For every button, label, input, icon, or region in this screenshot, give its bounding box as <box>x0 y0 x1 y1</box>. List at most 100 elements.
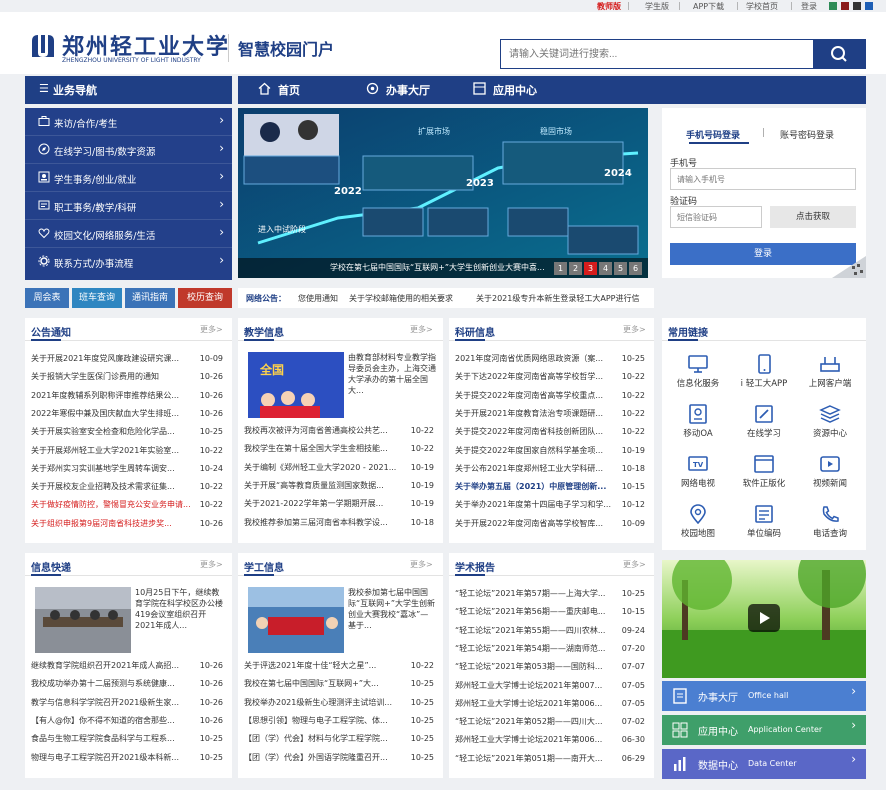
list-item[interactable]: 郑州轻工业大学博士论坛2021年第007... 07-05 <box>455 679 645 693</box>
news-feature-text[interactable]: 10月25日下午，继续教育学院在科学校区办公楼419会议室组织召开2021年成人… <box>135 587 225 653</box>
link-phone-query[interactable]: 电话查询 <box>800 504 860 540</box>
nav-app-center[interactable]: 应用中心 <box>493 82 537 98</box>
list-item[interactable]: 关于开展2021年度党风廉政建设研究课... 10-09 <box>31 352 223 366</box>
list-item[interactable]: 关于开展2022年度河南省高等学校智库... 10-09 <box>455 517 645 531</box>
more-link[interactable]: 更多> <box>410 324 433 335</box>
list-item[interactable]: 郑州轻工业大学博士论坛2021年第006... 07-05 <box>455 697 645 711</box>
calendar-query-button[interactable]: 校历查询 <box>178 288 232 308</box>
sidebar-item-student[interactable]: 学生事务/创业/就业 › <box>25 164 232 192</box>
app-center-button[interactable]: 应用中心 Application Center › <box>662 715 866 745</box>
theme-dark-swatch[interactable] <box>853 2 861 10</box>
list-item[interactable]: 郑州轻工业大学博士论坛2021年第006... 06-30 <box>455 733 645 747</box>
news-carousel[interactable]: 扩展市场 稳固市场 2022 2023 2024 进入中试阶段 学校在第七届中国… <box>238 108 648 278</box>
weekly-schedule-button[interactable]: 周会表 <box>25 288 69 308</box>
school-logo[interactable]: 郑州轻工业大学 ZHENGZHOU UNIVERSITY OF LIGHT IN… <box>28 28 238 68</box>
news-feature-image[interactable] <box>35 587 131 653</box>
carousel-page-active[interactable]: 3 <box>584 262 597 275</box>
list-item[interactable]: “轻工论坛”2021年第56期——重庆邮电... 10-15 <box>455 605 645 619</box>
carousel-page[interactable]: 1 <box>554 262 567 275</box>
student-feature-text[interactable]: 我校参加第七届中国国际“互联网+”大学生创新创业大赛我校“嘉冰”—基于... <box>348 587 436 653</box>
theme-red-swatch[interactable] <box>841 2 849 10</box>
list-item[interactable]: 关于组织申报第9届河南省科技进步奖... 10-26 <box>31 517 223 531</box>
sidebar-item-visit[interactable]: 来访/合作/考生 › <box>25 108 232 136</box>
nav-home[interactable]: 首页 <box>278 82 300 98</box>
list-item[interactable]: 我校在第七届中国国际“互联网+”大... 10-25 <box>244 677 434 691</box>
nav-office-hall[interactable]: 办事大厅 <box>386 82 430 98</box>
list-item[interactable]: 继续教育学院组织召开2021年成人高招... 10-26 <box>31 659 223 673</box>
student-feature-image[interactable] <box>248 587 344 653</box>
list-item[interactable]: 【思想引领】物理与电子工程学院、体... 10-25 <box>244 714 434 728</box>
list-item[interactable]: 关于做好疫情防控，警惕冒充公安业务申请... 10-22 <box>31 498 223 512</box>
list-item[interactable]: “轻工论坛”2021年第052期——四川大... 07-02 <box>455 715 645 729</box>
list-item[interactable]: 关于2021-2022学年第一学期期开展... 10-19 <box>244 497 434 511</box>
shuttle-bus-button[interactable]: 班车查询 <box>72 288 122 308</box>
list-item[interactable]: 关于评选2021年度十佳“轻大之星”... 10-22 <box>244 659 434 673</box>
campus-video[interactable] <box>662 560 866 678</box>
list-item[interactable]: 关于开展校友企业招聘及技术需求征集... 10-22 <box>31 480 223 494</box>
more-link[interactable]: 更多> <box>200 559 223 570</box>
list-item[interactable]: 我校推荐参加第三届河南省本科教学设... 10-18 <box>244 516 434 530</box>
carousel-page[interactable]: 5 <box>614 262 627 275</box>
list-item[interactable]: 2021年度教辅系列职称评审推荐结果公... 10-26 <box>31 389 223 403</box>
list-item[interactable]: 关于编制《郑州轻工业大学2020 - 2021... 10-19 <box>244 461 434 475</box>
notice-item[interactable]: 关于2021级专升本新生登录轻工大APP进行信 <box>476 293 639 304</box>
contact-guide-button[interactable]: 通讯指南 <box>125 288 175 308</box>
play-button[interactable] <box>748 604 780 632</box>
tab-phone-login[interactable]: 手机号码登录 <box>686 128 740 141</box>
carousel-page[interactable]: 4 <box>599 262 612 275</box>
list-item[interactable]: 2022年寒假中兼及国庆献血大学生排班... 10-26 <box>31 407 223 421</box>
sidebar-item-learning[interactable]: 在线学习/图书/数字资源 › <box>25 136 232 164</box>
teaching-feature-image[interactable]: 全国 <box>248 352 344 418</box>
more-link[interactable]: 更多> <box>623 559 646 570</box>
link-app[interactable]: i 轻工大APP <box>734 354 794 390</box>
qr-code-icon[interactable] <box>832 256 866 278</box>
sms-code-input[interactable] <box>670 206 762 228</box>
more-link[interactable]: 更多> <box>623 324 646 335</box>
school-home-link[interactable]: 学校首页 <box>746 1 778 12</box>
teacher-version-link[interactable]: 教师版 <box>597 1 621 12</box>
business-nav-header[interactable]: ☰ 业务导航 <box>25 76 232 104</box>
notice-item[interactable]: 关于学校邮箱使用的相关要求 <box>349 293 453 304</box>
list-item[interactable]: “轻工论坛”2021年第57期——上海大学... 10-25 <box>455 587 645 601</box>
list-item[interactable]: 我校成功举办第十二届预测与系统健康... 10-26 <box>31 677 223 691</box>
list-item[interactable]: 关于报销大学生医保门诊费用的通知 10-26 <box>31 370 223 384</box>
link-licensed-software[interactable]: 软件正版化 <box>734 454 794 490</box>
list-item[interactable]: “轻工论坛”2021年第053期——国防科... 07-07 <box>455 660 645 674</box>
list-item[interactable]: 关于举办第五届（2021）中原管理创新... 10-15 <box>455 480 645 494</box>
list-item[interactable]: 关于提交2022年度河南省高等学校重点... 10-22 <box>455 389 645 403</box>
list-item[interactable]: 我校举办2021级新生心理测评主试培训... 10-25 <box>244 696 434 710</box>
carousel-page[interactable]: 6 <box>629 262 642 275</box>
login-link[interactable]: 登录 <box>801 1 817 12</box>
notice-item[interactable]: 您使用通知 <box>298 293 338 304</box>
phone-input[interactable] <box>670 168 856 190</box>
list-item[interactable]: 关于开展2021年度教育法治专项课题研... 10-22 <box>455 407 645 421</box>
data-center-button[interactable]: 数据中心 Data Center › <box>662 749 866 779</box>
link-resource-center[interactable]: 资源中心 <box>800 404 860 440</box>
student-version-link[interactable]: 学生版 <box>645 1 669 12</box>
list-item[interactable]: 物理与电子工程学院召开2021级本科新... 10-25 <box>31 751 223 765</box>
link-unit-code[interactable]: 单位编码 <box>734 504 794 540</box>
link-online-learning[interactable]: 在线学习 <box>734 404 794 440</box>
search-input[interactable] <box>501 40 813 68</box>
theme-green-swatch[interactable] <box>829 2 837 10</box>
get-code-button[interactable]: 点击获取 <box>770 206 856 228</box>
list-item[interactable]: 我校再次被评为河南省普通高校公共艺... 10-22 <box>244 424 434 438</box>
list-item[interactable]: 关于提交2022年度国家自然科学基金项... 10-19 <box>455 444 645 458</box>
link-video-news[interactable]: 视频新闻 <box>800 454 860 490</box>
login-submit-button[interactable]: 登录 <box>670 243 856 265</box>
list-item[interactable]: “轻工论坛”2021年第55期——四川农林... 09-24 <box>455 624 645 638</box>
list-item[interactable]: 关于公布2021年度郑州轻工业大学科研... 10-18 <box>455 462 645 476</box>
search-button[interactable] <box>813 40 865 68</box>
list-item[interactable]: 食品与生物工程学院食品科学与工程系... 10-25 <box>31 732 223 746</box>
list-item[interactable]: 2021年度河南省优质网络思政资源（案... 10-25 <box>455 352 645 366</box>
list-item[interactable]: 关于下达2022年度河南省高等学校哲学... 10-22 <box>455 370 645 384</box>
list-item[interactable]: “轻工论坛”2021年第54期——湖南师范... 07-20 <box>455 642 645 656</box>
list-item[interactable]: 关于开展郑州轻工业大学2021年实验室... 10-22 <box>31 444 223 458</box>
list-item[interactable]: 教学与信息科学学院召开2021级新生家... 10-26 <box>31 696 223 710</box>
office-hall-button[interactable]: 办事大厅 Office hall › <box>662 681 866 711</box>
tab-account-login[interactable]: 账号密码登录 <box>780 128 834 141</box>
list-item[interactable]: 关于举办2021年度第十四届电子学习和学... 10-12 <box>455 498 645 512</box>
link-campus-map[interactable]: 校园地图 <box>668 504 728 540</box>
more-link[interactable]: 更多> <box>200 324 223 335</box>
link-network-tv[interactable]: TV 网络电视 <box>668 454 728 490</box>
